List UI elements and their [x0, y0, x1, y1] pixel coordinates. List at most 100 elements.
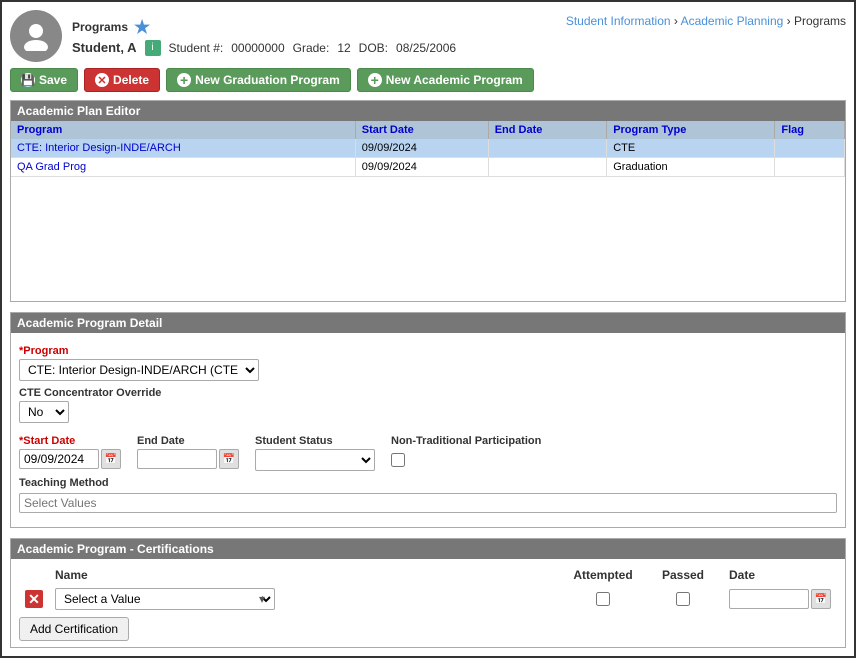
student-info-icon[interactable]: i [145, 40, 161, 56]
student-status-select[interactable] [255, 449, 375, 471]
breadcrumb-programs: Programs [794, 14, 846, 28]
student-status-label: Student Status [255, 435, 375, 447]
breadcrumb-sep2: › [787, 14, 794, 28]
student-meta: Student, A i Student #: 00000000 Grade: … [72, 40, 566, 56]
col-flag[interactable]: Flag [775, 121, 845, 139]
plan-cell-flag [775, 139, 845, 158]
start-date-input[interactable] [19, 449, 99, 469]
delete-cert-button[interactable]: ✕ [25, 590, 43, 608]
certifications-body: Name Attempted Passed Date ✕ [11, 559, 845, 647]
breadcrumb-sep1: › [674, 14, 681, 28]
col-end-date[interactable]: End Date [488, 121, 607, 139]
cert-date-calendar-button[interactable]: 📅 [811, 589, 831, 609]
start-date-field: *Start Date 📅 [19, 429, 121, 469]
end-date-wrap: 📅 [137, 449, 239, 469]
dob-value: 08/25/2006 [396, 41, 456, 55]
start-date-calendar-button[interactable]: 📅 [101, 449, 121, 469]
cert-attempted-checkbox[interactable] [596, 592, 610, 606]
cert-passed-cell [643, 585, 723, 613]
breadcrumb: Student Information › Academic Planning … [566, 10, 846, 28]
cert-col-name: Name [49, 565, 563, 585]
delete-button[interactable]: ✕ Delete [84, 68, 160, 92]
cert-attempted-cell [563, 585, 643, 613]
breadcrumb-student-information[interactable]: Student Information [566, 14, 671, 28]
col-program[interactable]: Program [11, 121, 355, 139]
col-start-date[interactable]: Start Date [355, 121, 488, 139]
end-date-input[interactable] [137, 449, 217, 469]
teaching-method-label: Teaching Method [19, 477, 837, 489]
program-field-label: *Program [19, 345, 837, 357]
toolbar: 💾 Save ✕ Delete + New Graduation Program… [10, 68, 846, 92]
program-detail-title: Academic Program Detail [17, 316, 162, 330]
student-number-label: Student #: [169, 41, 224, 55]
dates-row: *Start Date 📅 End Date 📅 Student Status [19, 429, 837, 471]
plan-cell-start_date: 09/09/2024 [355, 158, 488, 177]
new-academic-label: New Academic Program [386, 73, 523, 87]
save-button[interactable]: 💾 Save [10, 68, 78, 92]
delete-label: Delete [113, 73, 149, 87]
plan-cell-program: CTE: Interior Design-INDE/ARCH [11, 139, 355, 158]
plan-table-row[interactable]: CTE: Interior Design-INDE/ARCH09/09/2024… [11, 139, 845, 158]
cert-passed-checkbox[interactable] [676, 592, 690, 606]
cert-table: Name Attempted Passed Date ✕ [19, 565, 837, 613]
plan-cell-program_type: Graduation [607, 158, 775, 177]
plan-cell-program: QA Grad Prog [11, 158, 355, 177]
cert-date-cell: 📅 [723, 585, 837, 613]
override-select[interactable]: No Yes [19, 401, 69, 423]
dob-label: DOB: [359, 41, 388, 55]
teaching-method-input[interactable] [19, 493, 837, 513]
header-info: Programs ★ Student, A i Student #: 00000… [72, 17, 566, 56]
cert-date-wrap: 📅 [729, 589, 831, 609]
cert-header-row: Name Attempted Passed Date [19, 565, 837, 585]
cert-date-input[interactable] [729, 589, 809, 609]
cert-passed-wrap [649, 592, 717, 606]
grade-label: Grade: [293, 41, 330, 55]
student-status-field: Student Status [255, 429, 375, 471]
certifications-header: Academic Program - Certifications [11, 539, 845, 559]
certifications-title: Academic Program - Certifications [17, 542, 214, 556]
grade-value: 12 [337, 41, 350, 55]
avatar [10, 10, 62, 62]
program-select[interactable]: CTE: Interior Design-INDE/ARCH (CTE Cate… [19, 359, 259, 381]
plan-table-row[interactable]: QA Grad Prog09/09/2024 Graduation [11, 158, 845, 177]
cert-delete-cell: ✕ [19, 585, 49, 613]
new-academic-icon: + [368, 73, 382, 87]
breadcrumb-academic-planning[interactable]: Academic Planning [681, 14, 784, 28]
start-date-wrap: 📅 [19, 449, 121, 469]
plan-editor-header: Academic Plan Editor [11, 101, 845, 121]
save-label: Save [39, 73, 67, 87]
cert-name-select[interactable]: Select a Value [55, 588, 275, 610]
ntp-checkbox[interactable] [391, 453, 405, 467]
end-date-field: End Date 📅 [137, 429, 239, 469]
plan-cell-flag [775, 158, 845, 177]
cert-row: ✕ Select a Value ▾ [19, 585, 837, 613]
end-date-label: End Date [137, 435, 239, 447]
cert-col-delete [19, 565, 49, 585]
col-program-type[interactable]: Program Type [607, 121, 775, 139]
star-icon[interactable]: ★ [134, 17, 150, 38]
cert-name-controls: Select a Value ▾ [55, 588, 557, 610]
program-detail-header: Academic Program Detail [11, 313, 845, 333]
page-container: Programs ★ Student, A i Student #: 00000… [0, 0, 856, 658]
cert-col-attempted: Attempted [563, 565, 643, 585]
new-academic-program-button[interactable]: + New Academic Program [357, 68, 534, 92]
plan-editor-section: Academic Plan Editor Program Start Date … [10, 100, 846, 302]
plan-table: Program Start Date End Date Program Type… [11, 121, 845, 177]
add-certification-button[interactable]: Add Certification [19, 617, 129, 641]
delete-icon: ✕ [95, 73, 109, 87]
ntp-checkbox-wrap [391, 453, 541, 470]
ntp-label: Non-Traditional Participation [391, 435, 541, 447]
save-icon: 💾 [21, 73, 35, 87]
end-date-calendar-button[interactable]: 📅 [219, 449, 239, 469]
new-grad-label: New Graduation Program [195, 73, 340, 87]
plan-table-wrapper: Program Start Date End Date Program Type… [11, 121, 845, 301]
cert-col-date: Date [723, 565, 837, 585]
program-detail-section: Academic Program Detail *Program CTE: In… [10, 312, 846, 528]
plan-table-header-row: Program Start Date End Date Program Type… [11, 121, 845, 139]
new-graduation-program-button[interactable]: + New Graduation Program [166, 68, 351, 92]
student-name: Student, A [72, 40, 137, 55]
plan-editor-title: Academic Plan Editor [17, 104, 140, 118]
title-text: Programs [72, 20, 128, 34]
certifications-section: Academic Program - Certifications Name A… [10, 538, 846, 648]
cert-col-passed: Passed [643, 565, 723, 585]
